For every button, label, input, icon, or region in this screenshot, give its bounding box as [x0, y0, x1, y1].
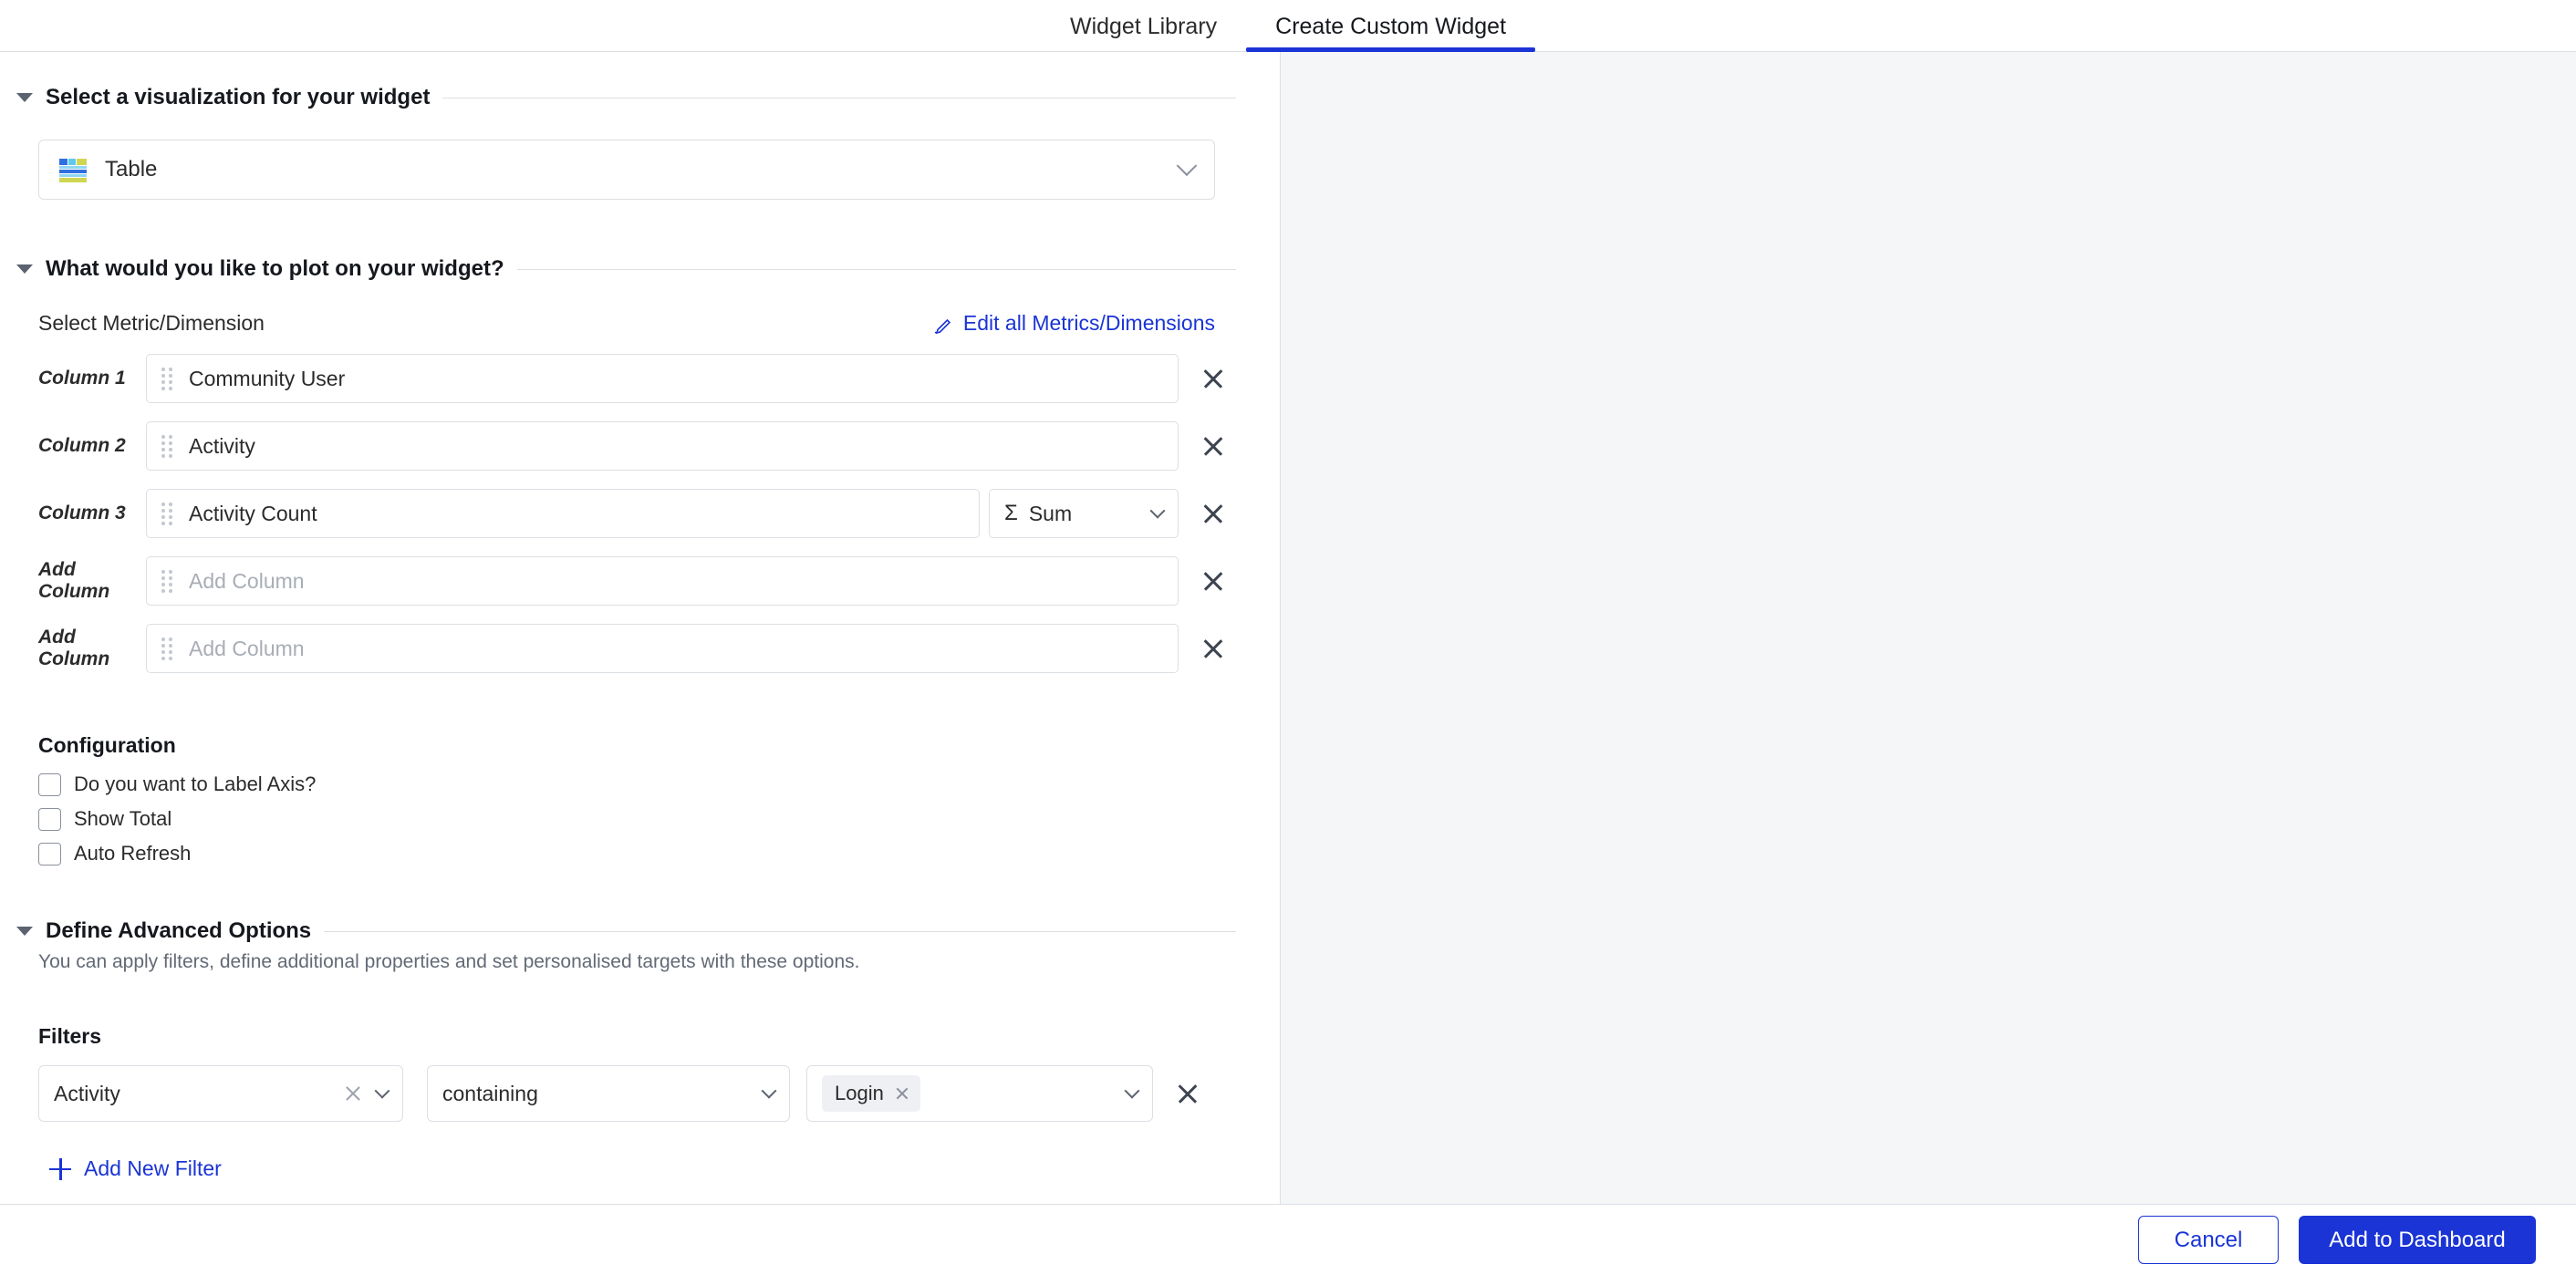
column-2-value: Activity — [189, 433, 255, 458]
chevron-down-icon — [374, 1083, 390, 1099]
aggregation-select[interactable]: Σ Sum — [989, 489, 1179, 538]
add-new-filter-button[interactable]: Add New Filter — [49, 1156, 1280, 1181]
remove-filter-button[interactable] — [1168, 1073, 1208, 1114]
metric-row-column-3: Column 3 Activity Count Σ Sum — [38, 489, 1233, 538]
add-column-2-placeholder: Add Column — [189, 636, 305, 660]
column-3-input[interactable]: Activity Count — [146, 489, 980, 538]
checkbox-label-axis[interactable]: Do you want to Label Axis? — [38, 772, 1280, 796]
column-3-label: Column 3 — [38, 503, 126, 523]
preview-panel: Community User Activity Activity Count — [1281, 52, 2576, 1204]
checkbox-label-axis-label: Do you want to Label Axis? — [74, 772, 317, 795]
chevron-down-icon[interactable] — [16, 264, 33, 274]
metric-row-add-column-1: Add Column Add Column — [38, 556, 1233, 606]
add-column-1-label: Add Column — [38, 559, 110, 602]
visualization-select[interactable]: Table — [38, 140, 1215, 200]
add-to-dashboard-button[interactable]: Add to Dashboard — [2299, 1216, 2536, 1264]
section-visualization-header: Select a visualization for your widget — [0, 85, 1280, 110]
configuration-block: Configuration Do you want to Label Axis?… — [38, 733, 1280, 866]
column-1-label: Column 1 — [38, 368, 126, 389]
drag-handle-icon[interactable] — [161, 637, 174, 660]
section-advanced-description: You can apply filters, define additional… — [38, 951, 860, 972]
column-1-value: Community User — [189, 366, 346, 390]
create-custom-widget-page: Widget Library Create Custom Widget Sele… — [0, 0, 2576, 1275]
filter-value-chip[interactable]: Login — [822, 1075, 920, 1112]
checkbox-show-total-label: Show Total — [74, 807, 172, 830]
metric-row-column-1: Column 1 Community User — [38, 354, 1233, 403]
column-2-input[interactable]: Activity — [146, 421, 1179, 471]
checkbox-auto-refresh-label: Auto Refresh — [74, 842, 192, 865]
table-icon — [59, 159, 87, 182]
main-body: Select a visualization for your widget T… — [0, 52, 2576, 1204]
visualization-selected-value: Table — [105, 157, 158, 181]
chevron-down-icon — [1124, 1083, 1140, 1099]
chevron-down-icon[interactable] — [16, 927, 33, 936]
clear-icon[interactable] — [344, 1083, 364, 1104]
section-plot-title: What would you like to plot on your widg… — [46, 256, 504, 281]
configuration-title: Configuration — [38, 733, 176, 757]
select-metric-dimension-label: Select Metric/Dimension — [38, 311, 265, 335]
pencil-icon — [934, 314, 954, 334]
chevron-down-icon[interactable] — [16, 93, 33, 102]
edit-all-metrics-label: Edit all Metrics/Dimensions — [962, 311, 1215, 335]
metric-row-add-column-2: Add Column Add Column — [38, 624, 1233, 673]
filter-row: Activity containing Login — [38, 1065, 1233, 1122]
chevron-down-icon — [761, 1083, 777, 1099]
filter-value-chip-label: Login — [835, 1082, 884, 1104]
checkbox-show-total[interactable]: Show Total — [38, 807, 1280, 831]
tab-list: Widget Library Create Custom Widget — [1041, 16, 1535, 52]
filter-dimension-select[interactable]: Activity — [38, 1065, 403, 1122]
section-advanced-title: Define Advanced Options — [46, 918, 312, 943]
remove-column-3-button[interactable] — [1193, 493, 1233, 534]
section-plot-header: What would you like to plot on your widg… — [0, 256, 1280, 282]
drag-handle-icon[interactable] — [161, 569, 174, 593]
column-2-label: Column 2 — [38, 435, 126, 456]
filter-operator-select[interactable]: containing — [427, 1065, 790, 1122]
drag-handle-icon[interactable] — [161, 434, 174, 458]
section-visualization-title: Select a visualization for your widget — [46, 85, 431, 109]
filter-dimension-value: Activity — [54, 1081, 120, 1105]
sigma-icon: Σ — [1004, 501, 1018, 525]
section-advanced-header: Define Advanced Options — [0, 918, 1280, 944]
checkbox-auto-refresh[interactable]: Auto Refresh — [38, 842, 1280, 866]
column-3-value: Activity Count — [189, 501, 317, 525]
drag-handle-icon[interactable] — [161, 367, 174, 390]
remove-add-column-2-button[interactable] — [1193, 628, 1233, 669]
metric-dimension-header: Select Metric/Dimension Edit all Metrics… — [38, 311, 1215, 336]
chevron-down-icon — [1149, 503, 1166, 519]
top-tab-bar: Widget Library Create Custom Widget — [0, 0, 2576, 52]
tab-widget-library[interactable]: Widget Library — [1041, 16, 1246, 51]
remove-chip-icon[interactable] — [895, 1086, 909, 1101]
remove-column-1-button[interactable] — [1193, 358, 1233, 399]
filters-title: Filters — [38, 1024, 102, 1048]
edit-all-metrics-link[interactable]: Edit all Metrics/Dimensions — [934, 311, 1215, 336]
filter-operator-value: containing — [442, 1081, 538, 1105]
tab-create-custom-widget[interactable]: Create Custom Widget — [1246, 16, 1535, 52]
footer-bar: Cancel Add to Dashboard — [0, 1204, 2576, 1275]
checkbox-icon[interactable] — [38, 842, 61, 866]
add-new-filter-label: Add New Filter — [84, 1156, 222, 1180]
chevron-down-icon — [1176, 155, 1198, 177]
checkbox-icon[interactable] — [38, 807, 61, 831]
add-column-2-input[interactable]: Add Column — [146, 624, 1179, 673]
aggregation-value: Sum — [1028, 501, 1073, 525]
cancel-button[interactable]: Cancel — [2138, 1216, 2279, 1264]
add-column-1-input[interactable]: Add Column — [146, 556, 1179, 606]
add-column-2-label: Add Column — [38, 627, 110, 669]
metric-row-column-2: Column 2 Activity — [38, 421, 1233, 471]
divider — [324, 930, 1236, 932]
column-1-input[interactable]: Community User — [146, 354, 1179, 403]
remove-add-column-1-button[interactable] — [1193, 561, 1233, 601]
plus-icon — [49, 1157, 71, 1180]
add-column-1-placeholder: Add Column — [189, 568, 305, 593]
divider — [516, 268, 1236, 270]
drag-handle-icon[interactable] — [161, 502, 174, 525]
config-panel: Select a visualization for your widget T… — [0, 52, 1281, 1204]
checkbox-icon[interactable] — [38, 772, 61, 796]
remove-column-2-button[interactable] — [1193, 426, 1233, 466]
filter-value-select[interactable]: Login — [806, 1065, 1153, 1122]
